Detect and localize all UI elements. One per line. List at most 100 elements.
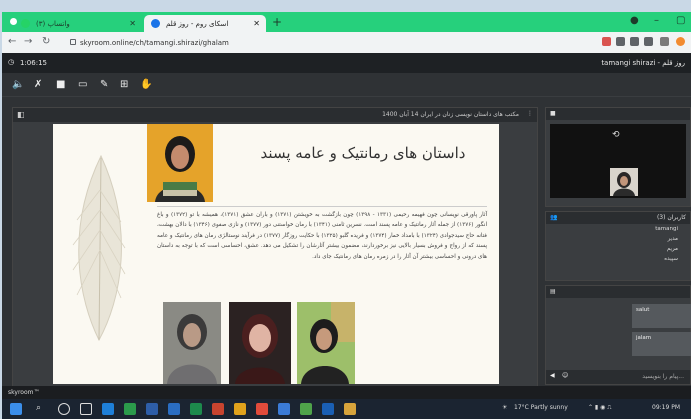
slide-divider (157, 206, 487, 207)
extensions-icon[interactable] (660, 37, 669, 46)
send-icon[interactable]: ◀ (550, 372, 555, 379)
chat-panel: ▤ salut jalam ◀ ☺ پیام را بنویسید... (545, 285, 691, 385)
chat-header: ▤ (546, 286, 690, 298)
author-photo (229, 302, 291, 384)
account-icon[interactable]: ● (630, 15, 639, 26)
app-icon[interactable] (212, 403, 224, 415)
whatsapp-icon (21, 19, 30, 28)
app-icon[interactable] (300, 403, 312, 415)
user-item[interactable]: tamangi (546, 224, 690, 234)
skyroom-app: ◷ 1:06:15 tamangi shirazi - روز قلم 🔈 ✗ … (2, 53, 691, 399)
app-icon[interactable] (278, 403, 290, 415)
video-header: ■ (546, 108, 690, 120)
windows-start-icon[interactable] (10, 403, 22, 415)
zoom-icon[interactable] (630, 37, 639, 46)
app-icon[interactable] (124, 403, 136, 415)
forward-icon[interactable]: → (24, 36, 32, 47)
chat-icon: ▤ (550, 288, 556, 295)
slide-body: آثار پاورقی نویسانی چون فهیمه رحیمی (۱۳۳… (157, 212, 487, 260)
users-panel: 👥 کاربران (3) tamangi مدیر مریم سپیده (545, 211, 691, 281)
camera-icon[interactable]: ■ (56, 79, 65, 90)
weather-icon: ☀ (502, 404, 508, 411)
portrait-photo (147, 124, 213, 202)
browser-toolbar: ← → ↻ skyroom.online/ch/tamangi.shirazi/… (2, 32, 691, 53)
skyroom-icon (151, 19, 160, 28)
fullscreen-icon[interactable]: ◧ (17, 110, 25, 119)
close-icon[interactable]: ✕ (129, 19, 136, 28)
tab-whatsapp-label: (۳) واتساپ (36, 20, 70, 28)
presenter-thumbnail (610, 168, 638, 196)
tray-icons[interactable]: ⌃ ▮ ◉ ⎍ (588, 404, 612, 412)
address-bar[interactable]: skyroom.online/ch/tamangi.shirazi/ghalam (66, 35, 586, 50)
skyroom-statusbar: skyroom™ (2, 386, 691, 399)
screen: (۳) واتساپ ✕ اسکای روم - روز قلم ✕ + ● –… (2, 12, 691, 419)
app-icon[interactable] (102, 403, 114, 415)
emoji-icon[interactable]: ☺ (562, 372, 568, 379)
back-icon[interactable]: ← (8, 36, 16, 47)
user-count: کاربران (3) (656, 214, 686, 221)
presentation-header: ◧ مکتب های داستان نویسی زنان در ایران 14… (13, 108, 537, 122)
url-text: skyroom.online/ch/tamangi.shirazi/ghalam (80, 39, 229, 47)
presentation-title: مکتب های داستان نویسی زنان در ایران 14 آ… (382, 111, 519, 118)
minimize-button[interactable]: – (654, 15, 659, 26)
chat-message: salut (632, 304, 691, 328)
extension-icon[interactable] (602, 37, 611, 46)
new-tab-button[interactable]: + (272, 15, 282, 29)
clock-icon: ◷ (8, 58, 15, 66)
skyroom-topbar: ◷ 1:06:15 tamangi shirazi - روز قلم (2, 53, 691, 73)
mic-off-icon[interactable]: ✗ (34, 79, 42, 90)
feather-illustration (72, 154, 126, 342)
cortana-icon[interactable] (58, 403, 70, 415)
room-title: tamangi shirazi - روز قلم (601, 59, 685, 67)
bookmark-icon[interactable] (644, 37, 653, 46)
app-icon[interactable] (322, 403, 334, 415)
app-icon[interactable] (344, 403, 356, 415)
switch-camera-icon[interactable]: ⟲ (612, 130, 620, 140)
skyroom-toolbar: 🔈 ✗ ■ ▭ ✎ ⊞ ✋ (2, 73, 691, 97)
close-icon[interactable]: ✕ (253, 19, 260, 28)
author-photo (297, 302, 355, 384)
status-text: skyroom™ (8, 389, 40, 396)
tab-whatsapp[interactable]: (۳) واتساپ ✕ (14, 15, 142, 32)
app-icon[interactable] (146, 403, 158, 415)
clock[interactable]: 09:19 PM (652, 404, 680, 411)
slide: داستان های رمانتیک و عامه پسند آثار پاور… (53, 124, 499, 384)
reload-icon[interactable]: ↻ (42, 36, 50, 47)
slide-title: داستان های رمانتیک و عامه پسند (260, 144, 466, 162)
lock-icon (70, 39, 76, 45)
browser-tabstrip: (۳) واتساپ ✕ اسکای روم - روز قلم ✕ + ● –… (2, 12, 691, 32)
app-icon[interactable] (256, 403, 268, 415)
camera-icon: ■ (550, 110, 556, 117)
video-panel: ■ ⟲ (545, 107, 691, 207)
presentation-panel: ◧ مکتب های داستان نویسی زنان در ایران 14… (12, 107, 538, 391)
tab-skyroom[interactable]: اسکای روم - روز قلم ✕ (144, 15, 266, 32)
chat-message: jalam (632, 332, 691, 356)
chrome-icon[interactable] (234, 403, 246, 415)
user-item[interactable]: مدیر (546, 234, 690, 244)
chat-placeholder: پیام را بنویسید... (642, 373, 684, 380)
raise-hand-icon[interactable]: ✋ (140, 79, 152, 90)
speaker-icon[interactable]: 🔈 (12, 79, 24, 90)
maximize-button[interactable]: ▢ (676, 15, 685, 26)
whiteboard-icon[interactable]: ⊞ (120, 79, 128, 90)
video-feed: ⟲ (550, 124, 686, 198)
search-icon[interactable]: ⌕ (36, 403, 48, 415)
user-item[interactable]: مریم (546, 244, 690, 254)
windows-taskbar: ⌕ ☀ 17°C Partly sunny ⌃ ▮ ◉ ⎍ 09:19 PM (2, 399, 691, 419)
weather-text[interactable]: 17°C Partly sunny (514, 404, 568, 411)
users-icon: 👥 (550, 214, 558, 221)
profile-avatar[interactable] (676, 37, 685, 46)
user-item[interactable]: سپیده (546, 254, 690, 264)
session-timer: 1:06:15 (20, 59, 47, 67)
translate-icon[interactable] (616, 37, 625, 46)
app-icon[interactable] (168, 403, 180, 415)
users-header: 👥 کاربران (3) (546, 212, 690, 224)
task-view-icon[interactable] (80, 403, 92, 415)
chat-input[interactable]: ◀ ☺ پیام را بنویسید... (546, 370, 690, 384)
screen-share-icon[interactable]: ▭ (78, 79, 87, 90)
app-icon[interactable] (190, 403, 202, 415)
tab-skyroom-label: اسکای روم - روز قلم (166, 20, 229, 28)
author-photo (163, 302, 221, 384)
menu-icon[interactable]: ⋮ (527, 110, 533, 117)
pen-icon[interactable]: ✎ (100, 79, 108, 90)
